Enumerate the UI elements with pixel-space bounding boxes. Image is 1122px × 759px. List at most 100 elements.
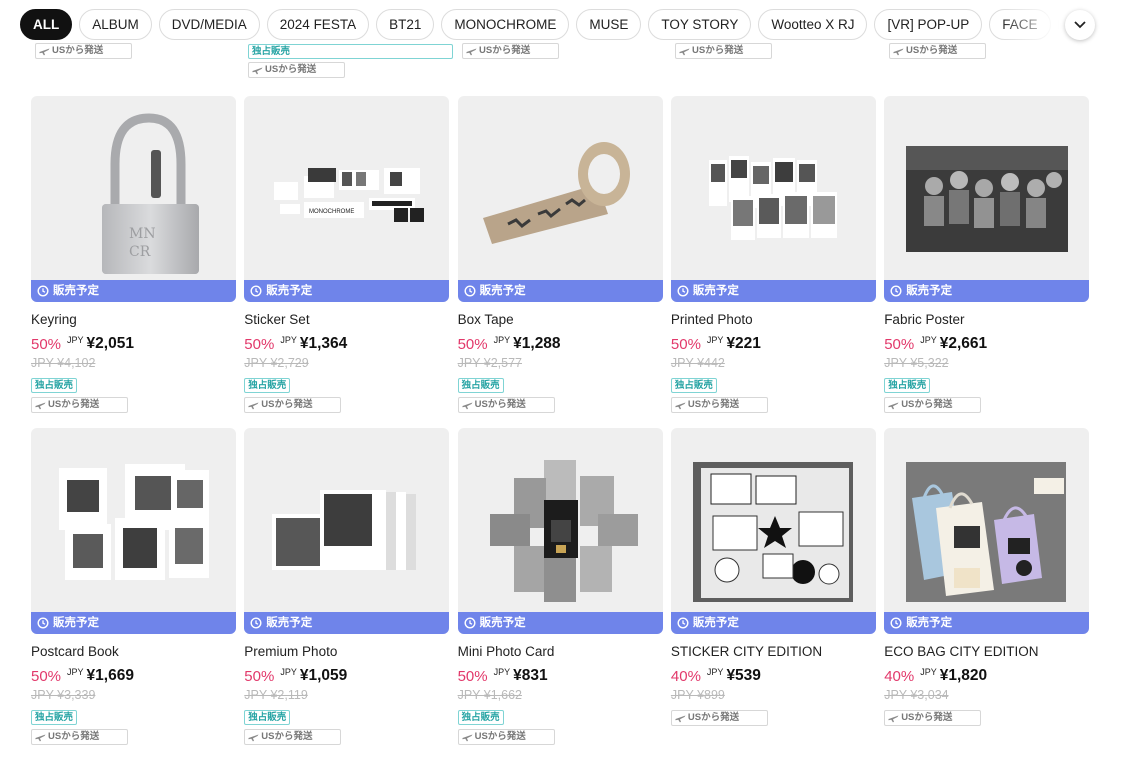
product-image[interactable]: 販売予定 xyxy=(884,96,1090,302)
presale-label: 販売予定 xyxy=(479,617,526,629)
exclusive-badge-row: 独占販売 xyxy=(884,372,1089,393)
airplane-icon xyxy=(675,715,686,723)
presale-label: 販売予定 xyxy=(53,617,99,629)
clock-icon xyxy=(37,285,49,297)
minicards-illustration xyxy=(489,460,638,602)
product-name[interactable]: Sticker Set xyxy=(244,312,449,330)
exclusive-badge: 独占販売 xyxy=(31,378,78,393)
product-card[interactable]: 販売予定 Premium Photo 50% JPY ¥1,059 JPY ¥2,119 独… xyxy=(244,428,450,746)
postcards-illustration xyxy=(59,464,209,580)
shipping-label: USから発送 xyxy=(48,399,100,410)
product-image[interactable]: 販売予定 xyxy=(884,428,1090,634)
airplane-icon xyxy=(679,48,690,56)
product-card[interactable]: 販売予定 Postcard Book 50% JPY ¥1,669 JPY ¥3,339 独… xyxy=(31,428,236,746)
product-name[interactable]: ECO BAG CITY EDITION xyxy=(884,644,1089,662)
presale-banner: 販売予定 xyxy=(457,280,663,302)
product-name[interactable]: Box Tape xyxy=(458,312,663,330)
airplane-icon xyxy=(252,67,263,75)
clock-icon xyxy=(464,285,476,297)
filter-chip-dvd-media[interactable]: DVD/MEDIA xyxy=(158,9,260,40)
shipping-badge: USから発送 xyxy=(889,43,986,59)
scroll-categories-button[interactable] xyxy=(1065,10,1095,40)
price-line: 40% JPY ¥539 xyxy=(671,666,876,686)
sale-price: ¥2,051 xyxy=(86,335,134,352)
discount-rate: 40% xyxy=(670,668,701,685)
product-card[interactable]: MONOCHROME 販売予定 Sticker Set 50% JPY ¥1,364 JP… xyxy=(244,96,450,414)
presale-banner: 販売予定 xyxy=(457,612,663,634)
original-price: JPY ¥1,662 xyxy=(457,688,522,702)
product-name[interactable]: Postcard Book xyxy=(31,644,236,662)
product-name[interactable]: Keyring xyxy=(31,312,236,330)
product-card[interactable]: 販売予定 Mini Photo Card 50% JPY ¥831 JPY ¥1,662 独… xyxy=(457,428,663,746)
shipping-badge: USから発送 xyxy=(31,397,128,413)
filter-chip-bt21[interactable]: BT21 xyxy=(376,9,435,40)
product-card[interactable]: 販売予定 Fabric Poster 50% JPY ¥2,661 JPY ¥5,322 独… xyxy=(884,96,1090,414)
filter-chip-all[interactable]: ALL xyxy=(20,9,73,40)
product-image[interactable]: 販売予定 xyxy=(670,428,876,634)
sale-price: ¥221 xyxy=(726,335,761,352)
product-name[interactable]: Fabric Poster xyxy=(884,312,1089,330)
exclusive-badge: 独占販売 xyxy=(670,378,717,393)
shipping-badge: USから発送 xyxy=(670,710,768,726)
shipping-label: USから発送 xyxy=(474,731,526,742)
airplane-icon xyxy=(35,402,46,410)
product-card[interactable]: 販売予定 Box Tape 50% JPY ¥1,288 JPY ¥2,577 独占販売 US… xyxy=(457,96,663,414)
airplane-icon xyxy=(888,402,899,410)
clock-icon xyxy=(250,285,262,297)
filter-chip-2024-festa[interactable]: 2024 FESTA xyxy=(266,9,370,40)
shipping-badge: USから発送 xyxy=(248,62,345,78)
tape-illustration xyxy=(482,142,630,244)
shipping-label: USから発送 xyxy=(479,45,531,56)
presale-banner: 販売予定 xyxy=(884,612,1090,634)
product-image[interactable]: 販売予定 xyxy=(244,428,450,634)
shipping-label: USから発送 xyxy=(692,45,744,56)
product-image[interactable]: 販売予定 xyxy=(670,96,876,302)
product-card[interactable]: 販売予定 Printed Photo 50% JPY ¥221 JPY ¥442 独占販売 U… xyxy=(670,96,876,414)
exclusive-badge-row: 独占販売 xyxy=(244,704,449,725)
product-image[interactable]: MONOCHROME 販売予定 xyxy=(244,96,450,302)
product-image[interactable]: 販売予定 xyxy=(457,428,663,634)
sale-price: ¥1,669 xyxy=(86,667,134,684)
sale-price: ¥1,820 xyxy=(939,667,988,684)
product-name[interactable]: STICKER CITY EDITION xyxy=(671,644,876,662)
shipping-badge: USから発送 xyxy=(244,397,342,413)
discount-rate: 50% xyxy=(31,336,62,353)
currency-code: JPY xyxy=(67,667,84,677)
product-name[interactable]: Printed Photo xyxy=(671,312,876,330)
filter-chip-muse[interactable]: MUSE xyxy=(576,9,642,40)
original-price: JPY ¥442 xyxy=(670,356,725,370)
product-image[interactable]: MN CR 販売予定 xyxy=(31,96,236,302)
original-price: JPY ¥2,729 xyxy=(244,356,309,370)
discount-rate: 50% xyxy=(31,668,62,685)
previous-row-cell: USから発送 xyxy=(889,43,1094,59)
shipping-badge: USから発送 xyxy=(462,43,559,59)
product-image[interactable]: 販売予定 xyxy=(457,96,663,302)
product-name[interactable]: Mini Photo Card xyxy=(458,644,663,662)
filter-chip-face[interactable]: FACE xyxy=(989,9,1051,40)
product-card[interactable]: 販売予定 STICKER CITY EDITION 40% JPY ¥539 JPY ¥8… xyxy=(670,428,876,746)
price-line: 40% JPY ¥1,820 xyxy=(884,666,1089,686)
currency-code: JPY xyxy=(280,335,297,345)
svg-text:CR: CR xyxy=(129,244,151,260)
clock-icon xyxy=(37,617,49,629)
product-card[interactable]: 販売予定 ECO BAG CITY EDITION 40% JPY ¥1,820 JPY … xyxy=(884,428,1090,746)
presale-label: 販売予定 xyxy=(479,285,526,297)
filter-chip-vr-pop-up[interactable]: [VR] POP-UP xyxy=(874,9,983,40)
filter-chip-toy-story[interactable]: TOY STORY xyxy=(648,9,752,40)
sale-price: ¥831 xyxy=(513,667,548,684)
price-line: 50% JPY ¥1,059 xyxy=(244,666,449,686)
shipping-badge: USから発送 xyxy=(670,397,768,413)
product-name[interactable]: Premium Photo xyxy=(244,644,449,662)
filter-chip-monochrome[interactable]: MONOCHROME xyxy=(441,9,570,40)
discount-rate: 50% xyxy=(884,336,915,353)
filter-chip-wootteo-x-rj[interactable]: Wootteo X RJ xyxy=(758,9,868,40)
product-image[interactable]: 販売予定 xyxy=(31,428,236,634)
presale-banner: 販売予定 xyxy=(670,612,876,634)
shipping-label: USから発送 xyxy=(687,399,740,410)
product-card[interactable]: MN CR 販売予定 Keyring 50% JPY ¥2,051 JPY ¥4,102 独占… xyxy=(31,96,236,414)
shipping-label: USから発送 xyxy=(261,731,313,742)
original-price: JPY ¥4,102 xyxy=(31,356,96,370)
filter-chip-album[interactable]: ALBUM xyxy=(79,9,152,40)
sale-price: ¥539 xyxy=(726,667,761,684)
clock-icon xyxy=(890,285,902,297)
